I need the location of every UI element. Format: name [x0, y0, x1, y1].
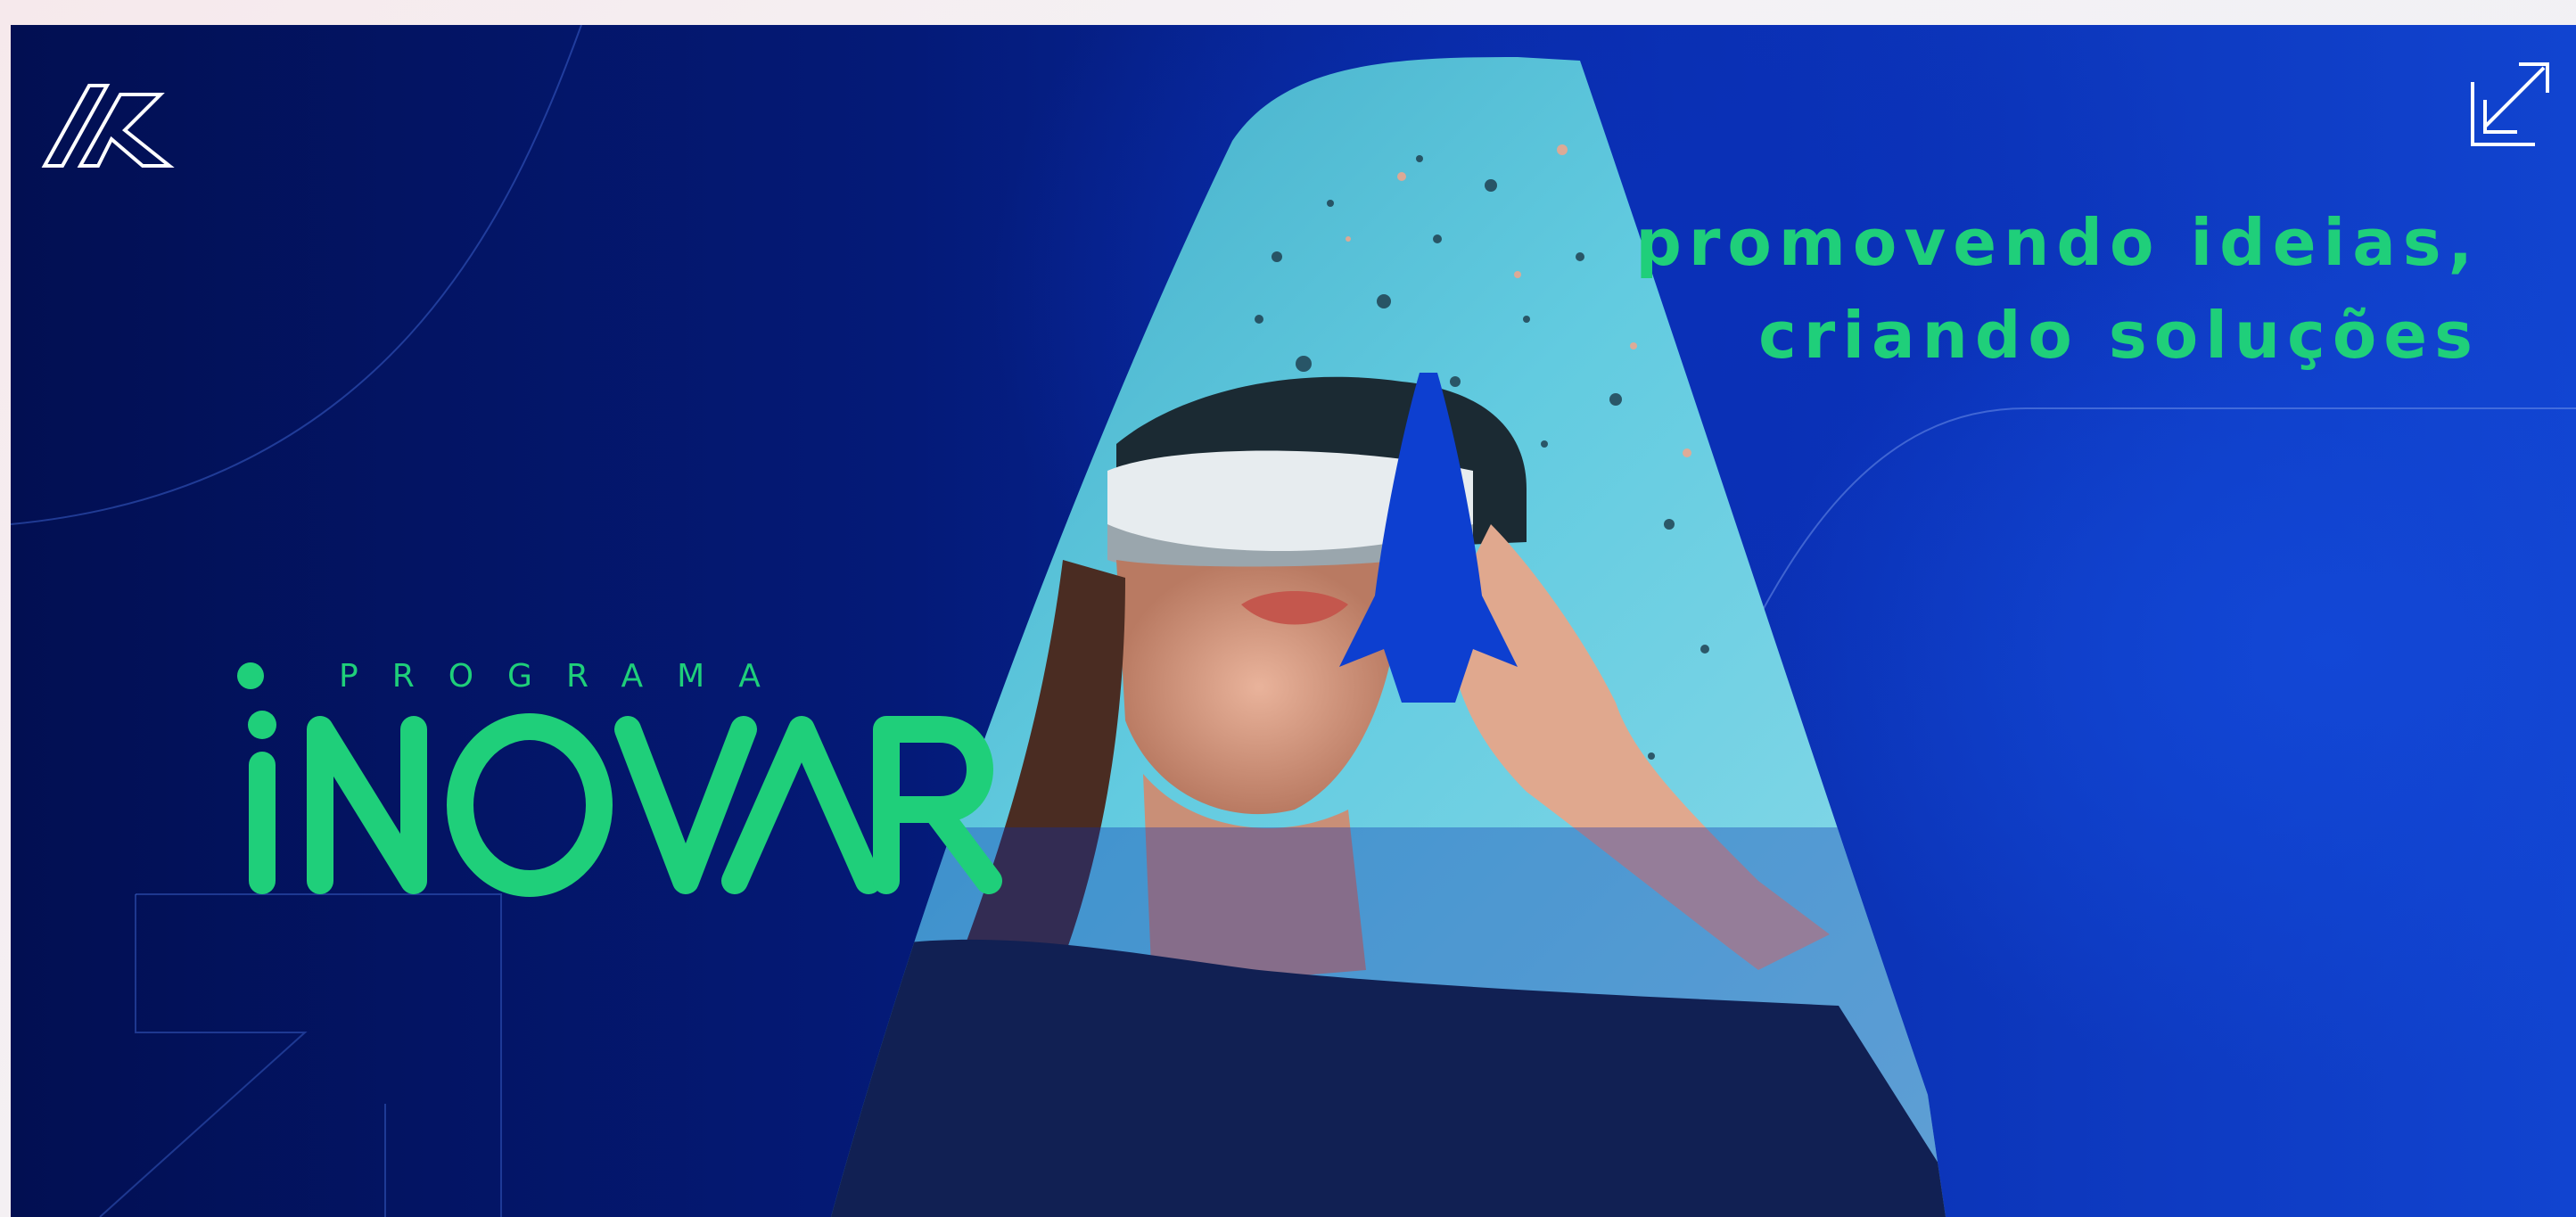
program-label-text: PROGRAMA	[339, 657, 794, 695]
inovar-banner: promovendo ideias, criando soluções PROG…	[11, 25, 2576, 1217]
program-dot-icon	[237, 662, 264, 689]
inovar-wordmark	[248, 711, 1002, 897]
tagline-line-1: promovendo ideias,	[1635, 205, 2480, 280]
corner-arrow-icon[interactable]	[2465, 55, 2555, 153]
brand-logo-icon[interactable]	[36, 68, 178, 175]
page-frame: promovendo ideias, criando soluções PROG…	[0, 0, 2576, 1217]
tagline-line-2: criando soluções	[1758, 298, 2480, 373]
tagline: promovendo ideias, criando soluções	[1635, 196, 2480, 382]
program-label: PROGRAMA	[237, 649, 794, 703]
